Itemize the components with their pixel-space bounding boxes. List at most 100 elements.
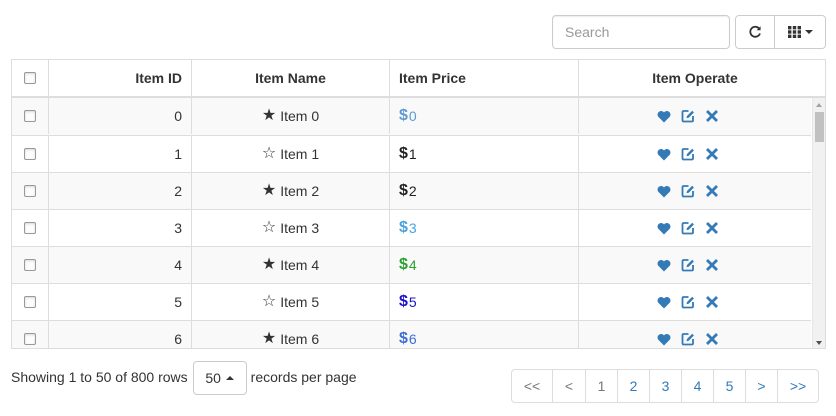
item-name: Item 5 (280, 294, 320, 310)
edit-icon[interactable] (681, 184, 695, 198)
heart-icon[interactable] (657, 109, 671, 123)
refresh-icon (749, 25, 761, 38)
remove-icon[interactable] (705, 295, 719, 309)
refresh-button[interactable] (735, 15, 775, 49)
dollar-sign-icon: $ (399, 293, 408, 310)
item-price-cell: $0 (390, 98, 579, 134)
remove-icon[interactable] (705, 221, 719, 235)
row-select-cell (12, 321, 49, 348)
item-name-cell: ☆ Item 5 (192, 284, 390, 320)
item-operate-cell (579, 136, 797, 172)
table-body: 0 ★ Item 0 $0 1 ☆ Item 1 $1 2 ★ Item 2 $2 3 ☆ Item 3 $3… (12, 98, 811, 348)
row-select-cell (12, 284, 49, 320)
page-link[interactable]: > (745, 369, 778, 403)
table-scrollbar[interactable] (812, 98, 825, 348)
row-checkbox[interactable] (24, 148, 36, 160)
page-link[interactable]: 1 (585, 369, 618, 403)
remove-icon[interactable] (705, 258, 719, 272)
page-link[interactable]: 4 (681, 369, 714, 403)
remove-icon[interactable] (705, 184, 719, 198)
heart-icon[interactable] (657, 221, 671, 235)
columns-toggle-button[interactable] (775, 15, 826, 49)
item-price-cell: $1 (390, 136, 579, 172)
row-checkbox[interactable] (24, 222, 36, 234)
table-row[interactable]: 5 ☆ Item 5 $5 (12, 283, 811, 320)
item-id-cell: 1 (49, 136, 192, 172)
dollar-sign-icon: $ (399, 182, 408, 199)
item-id-cell: 3 (49, 210, 192, 246)
item-price: 2 (408, 183, 417, 199)
edit-icon[interactable] (681, 147, 695, 161)
header-select-all (12, 60, 49, 96)
table-header: Item ID Item Name Item Price Item Operat… (12, 60, 825, 98)
item-price: 4 (408, 257, 417, 273)
star-icon: ★ (261, 107, 277, 124)
remove-icon[interactable] (705, 332, 719, 346)
table-row[interactable]: 3 ☆ Item 3 $3 (12, 209, 811, 246)
item-price: 5 (408, 294, 417, 310)
item-name: Item 0 (280, 108, 320, 124)
dollar-sign-icon: $ (399, 107, 408, 124)
item-name: Item 3 (280, 220, 320, 236)
row-select-cell (12, 173, 49, 209)
page-link[interactable]: < (552, 369, 586, 403)
dollar-sign-icon: $ (399, 330, 408, 347)
row-checkbox[interactable] (24, 259, 36, 271)
row-select-cell (12, 210, 49, 246)
item-name-cell: ★ Item 0 (192, 98, 390, 134)
header-item-id[interactable]: Item ID (49, 60, 192, 96)
header-item-operate: Item Operate (652, 70, 738, 86)
select-all-checkbox[interactable] (24, 72, 36, 84)
scrollbar-thumb[interactable] (815, 112, 824, 142)
page-link[interactable]: >> (777, 369, 819, 403)
heart-icon[interactable] (657, 332, 671, 346)
page-link[interactable]: << (511, 369, 553, 403)
page-link[interactable]: 5 (713, 369, 746, 403)
table-row[interactable]: 1 ☆ Item 1 $1 (12, 135, 811, 172)
page-link[interactable]: 3 (649, 369, 682, 403)
table-row[interactable]: 6 ★ Item 6 $6 (12, 320, 811, 348)
edit-icon[interactable] (681, 295, 695, 309)
page-size-value: 50 (205, 370, 221, 386)
edit-icon[interactable] (681, 221, 695, 235)
row-checkbox[interactable] (24, 296, 36, 308)
heart-icon[interactable] (657, 258, 671, 272)
scroll-down-arrow-icon[interactable] (816, 341, 822, 345)
item-operate-cell (579, 98, 797, 134)
item-price: 0 (408, 108, 417, 124)
table-row[interactable]: 0 ★ Item 0 $0 (12, 98, 811, 135)
header-item-name[interactable]: Item Name (192, 60, 390, 96)
row-checkbox[interactable] (24, 185, 36, 197)
edit-icon[interactable] (681, 109, 695, 123)
heart-icon[interactable] (657, 147, 671, 161)
table-row[interactable]: 2 ★ Item 2 $2 (12, 172, 811, 209)
item-price-cell: $4 (390, 247, 579, 283)
row-checkbox[interactable] (24, 333, 36, 345)
row-checkbox[interactable] (24, 110, 36, 122)
heart-icon[interactable] (657, 184, 671, 198)
page-link[interactable]: 2 (617, 369, 650, 403)
chevron-down-icon (804, 30, 813, 34)
item-operate-cell (579, 173, 797, 209)
scroll-up-arrow-icon[interactable] (816, 103, 822, 107)
item-operate-cell (579, 284, 797, 320)
search-input[interactable] (552, 15, 730, 49)
item-price-cell: $2 (390, 173, 579, 209)
table-row[interactable]: 4 ★ Item 4 $4 (12, 246, 811, 283)
toolbar-buttons (735, 15, 826, 49)
heart-icon[interactable] (657, 295, 671, 309)
data-table: Item ID Item Name Item Price Item Operat… (11, 59, 826, 349)
row-select-cell (12, 247, 49, 283)
remove-icon[interactable] (705, 147, 719, 161)
page-size-dropdown[interactable]: 50 (192, 361, 247, 395)
edit-icon[interactable] (681, 332, 695, 346)
header-item-price[interactable]: Item Price (390, 60, 579, 96)
edit-icon[interactable] (681, 258, 695, 272)
pagination-info: Showing 1 to 50 of 800 rows (11, 369, 188, 385)
remove-icon[interactable] (705, 109, 719, 123)
item-name-cell: ★ Item 2 (192, 173, 390, 209)
item-name-cell: ★ Item 6 (192, 321, 390, 348)
records-per-page-label: records per page (250, 369, 357, 385)
item-name: Item 2 (280, 183, 320, 199)
pagination: << <1 2 3 4 5 > >> (511, 369, 819, 403)
